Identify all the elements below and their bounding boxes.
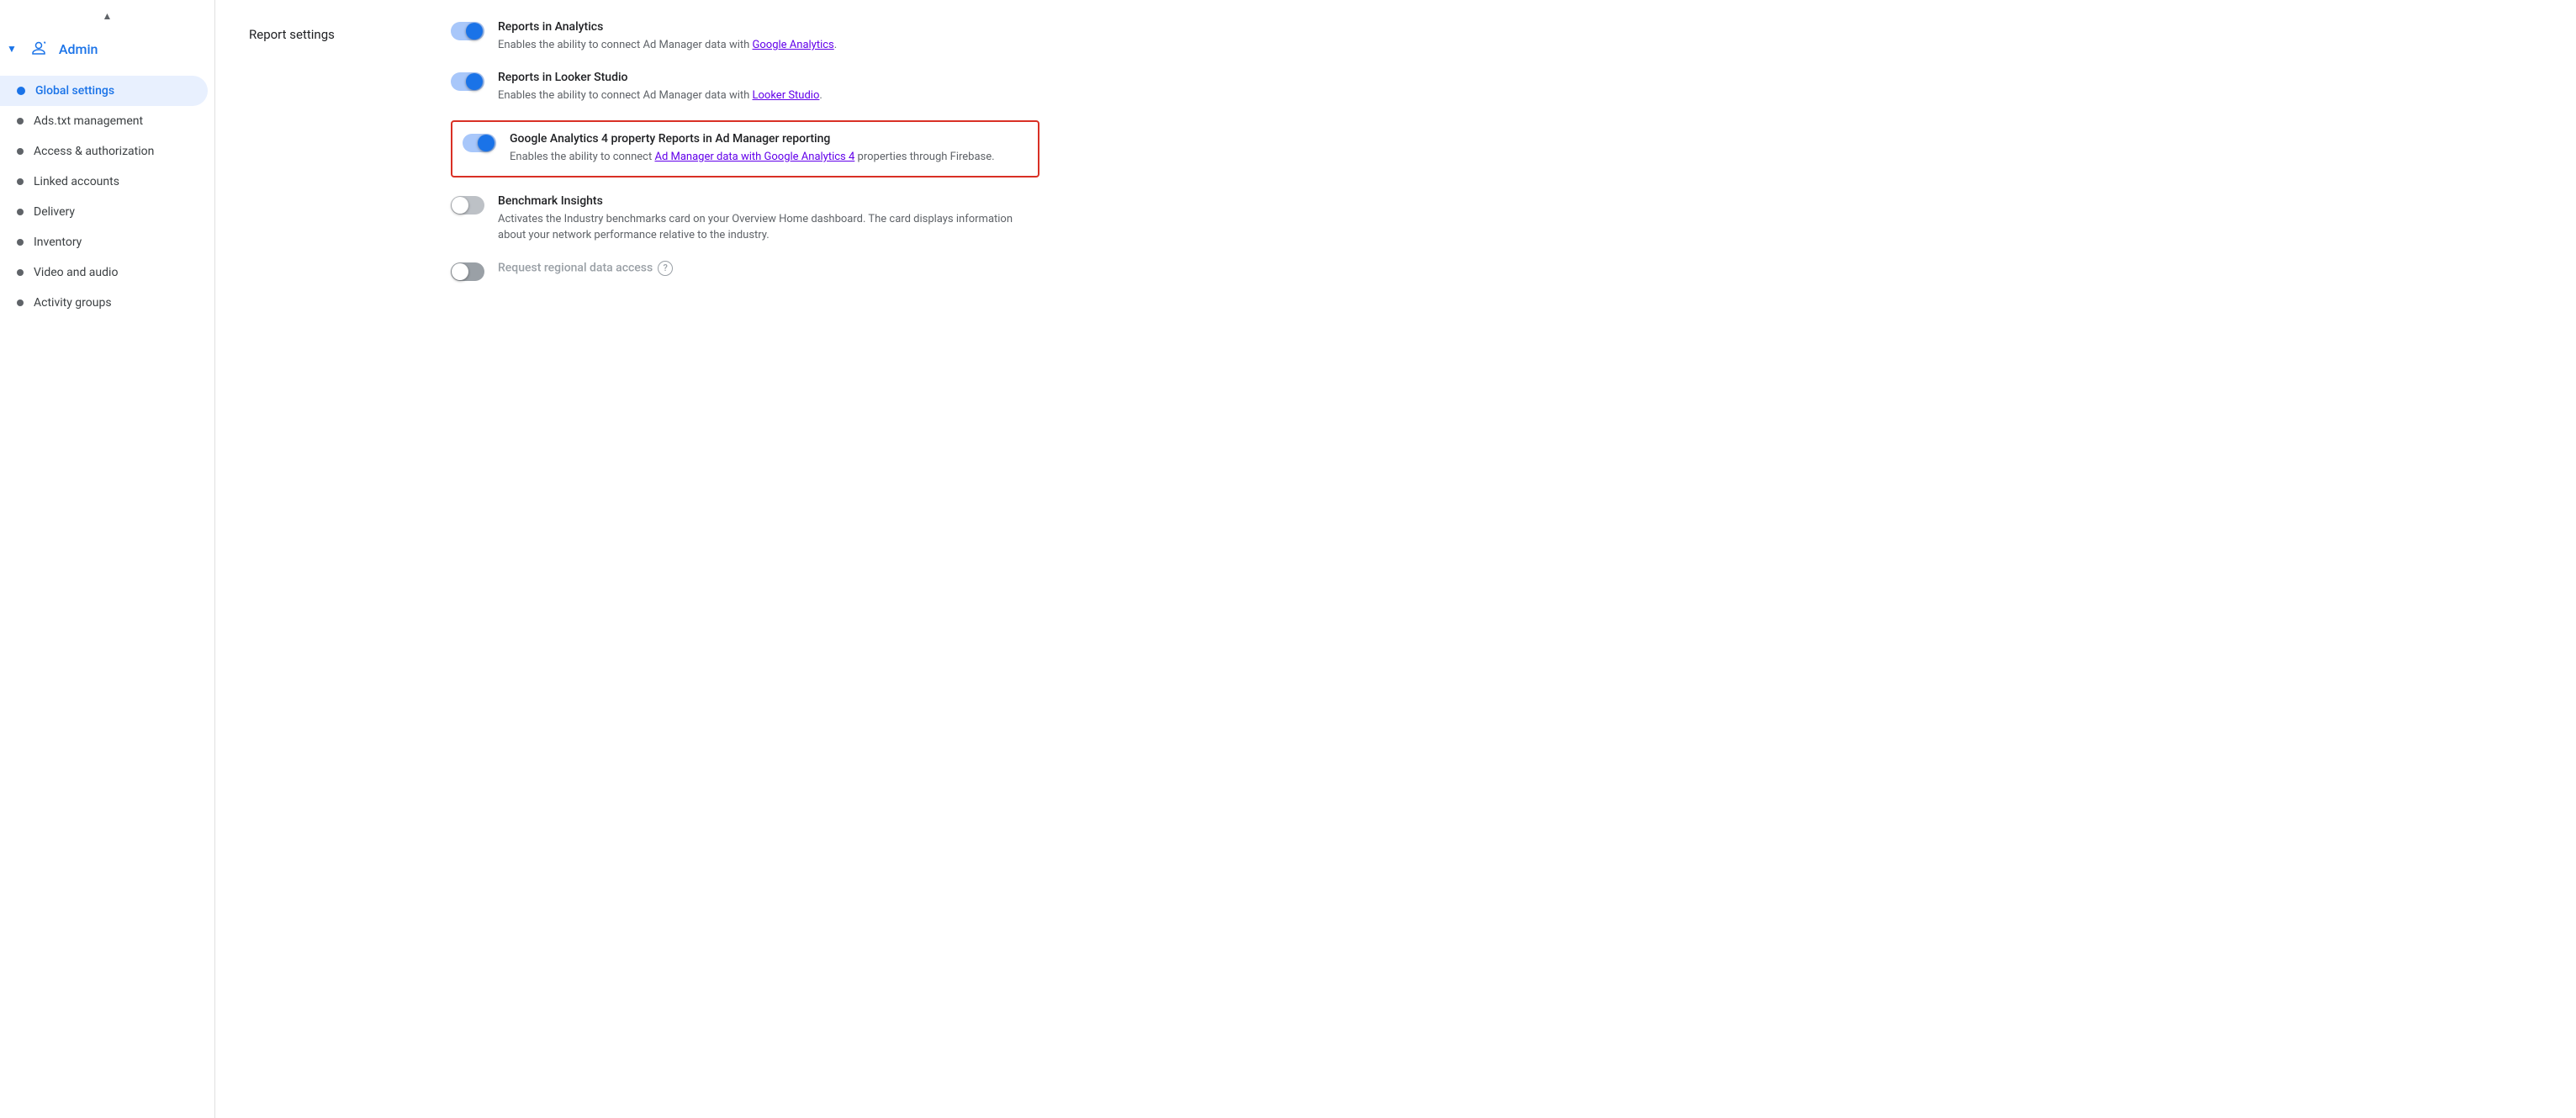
sidebar-item-label: Activity groups [34,296,112,310]
setting-regional-data: Request regional data access? [451,261,1039,281]
sidebar-dot [17,148,24,155]
setting-reports-looker: Reports in Looker Studio Enables the abil… [451,71,1039,104]
sidebar-dot [17,269,24,276]
setting-title: Reports in Looker Studio [498,71,823,84]
setting-reports-analytics: Reports in Analytics Enables the ability … [451,20,1039,54]
sidebar-item-linked-accounts[interactable]: Linked accounts [0,167,208,197]
toggle-thumb [478,135,495,151]
setting-title: Reports in Analytics [498,20,837,34]
setting-text: Reports in Looker Studio Enables the abil… [498,71,823,104]
sidebar-item-label: Inventory [34,236,82,249]
setting-link[interactable]: Looker Studio [753,89,820,102]
section-title: Report settings [249,20,417,298]
setting-benchmark-insights: Benchmark Insights Activates the Industry… [451,194,1039,244]
sidebar-dot [17,209,24,215]
setting-description: Activates the Industry benchmarks card o… [498,211,1039,244]
sidebar-dot [17,178,24,185]
toggle-thumb [466,73,483,90]
sidebar-nav: Global settings Ads.txt management Access … [0,76,214,318]
setting-link[interactable]: Ad Manager data with Google Analytics 4 [654,151,854,163]
sidebar-scroll-up[interactable]: ▲ [0,7,214,25]
help-icon[interactable]: ? [658,261,673,276]
sidebar-item-label: Ads.txt management [34,114,143,128]
sidebar-item-label: Linked accounts [34,175,119,188]
sidebar-dot [17,87,25,95]
chevron-icon: ▼ [7,43,17,55]
sidebar-item-ads-txt[interactable]: Ads.txt management [0,106,208,136]
sidebar-item-label: Access & authorization [34,145,154,158]
sidebar-dot [17,299,24,306]
toggle-reports-analytics[interactable] [451,22,484,40]
sidebar-item-video-audio[interactable]: Video and audio [0,257,208,288]
setting-text: Request regional data access? [498,261,673,279]
setting-title: Benchmark Insights [498,194,1039,208]
setting-text: Benchmark Insights Activates the Industry… [498,194,1039,244]
sidebar-item-activity-groups[interactable]: Activity groups [0,288,208,318]
sidebar-item-global-settings[interactable]: Global settings [0,76,208,106]
setting-link[interactable]: Google Analytics [753,39,834,51]
settings-list: Reports in Analytics Enables the ability … [451,20,1039,298]
setting-title: Google Analytics 4 property Reports in A… [510,132,995,146]
sidebar-item-inventory[interactable]: Inventory [0,227,208,257]
sidebar-dot [17,118,24,125]
setting-title: Request regional data access? [498,261,673,276]
sidebar-item-access-auth[interactable]: Access & authorization [0,136,208,167]
report-settings-section: Report settings Reports in Analytics Enab… [249,20,2542,298]
admin-icon [25,35,52,62]
toggle-thumb [452,197,468,214]
toggle-reports-looker[interactable] [451,72,484,91]
toggle-thumb [466,23,483,40]
setting-text: Reports in Analytics Enables the ability … [498,20,837,54]
toggle-regional-data[interactable] [451,262,484,281]
toggle-benchmark-insights[interactable] [451,196,484,215]
sidebar-item-label: Video and audio [34,266,118,279]
setting-ga4-reports: Google Analytics 4 property Reports in A… [451,120,1039,178]
sidebar-item-label: Delivery [34,205,75,219]
sidebar: ▲ ▼ Admin Global settings Ads.txt managem… [0,0,215,1118]
setting-description: Enables the ability to connect Ad Manage… [498,37,837,54]
setting-description: Enables the ability to connect Ad Manage… [510,149,995,166]
setting-description: Enables the ability to connect Ad Manage… [498,87,823,104]
setting-text: Google Analytics 4 property Reports in A… [510,132,995,166]
sidebar-item-label: Global settings [35,84,114,98]
admin-nav-item[interactable]: ▼ Admin [0,25,214,76]
main-content: Report settings Reports in Analytics Enab… [215,0,2576,1118]
admin-label: Admin [59,41,98,57]
sidebar-item-delivery[interactable]: Delivery [0,197,208,227]
toggle-ga4-reports[interactable] [463,134,496,152]
sidebar-dot [17,239,24,246]
toggle-thumb [452,263,468,280]
